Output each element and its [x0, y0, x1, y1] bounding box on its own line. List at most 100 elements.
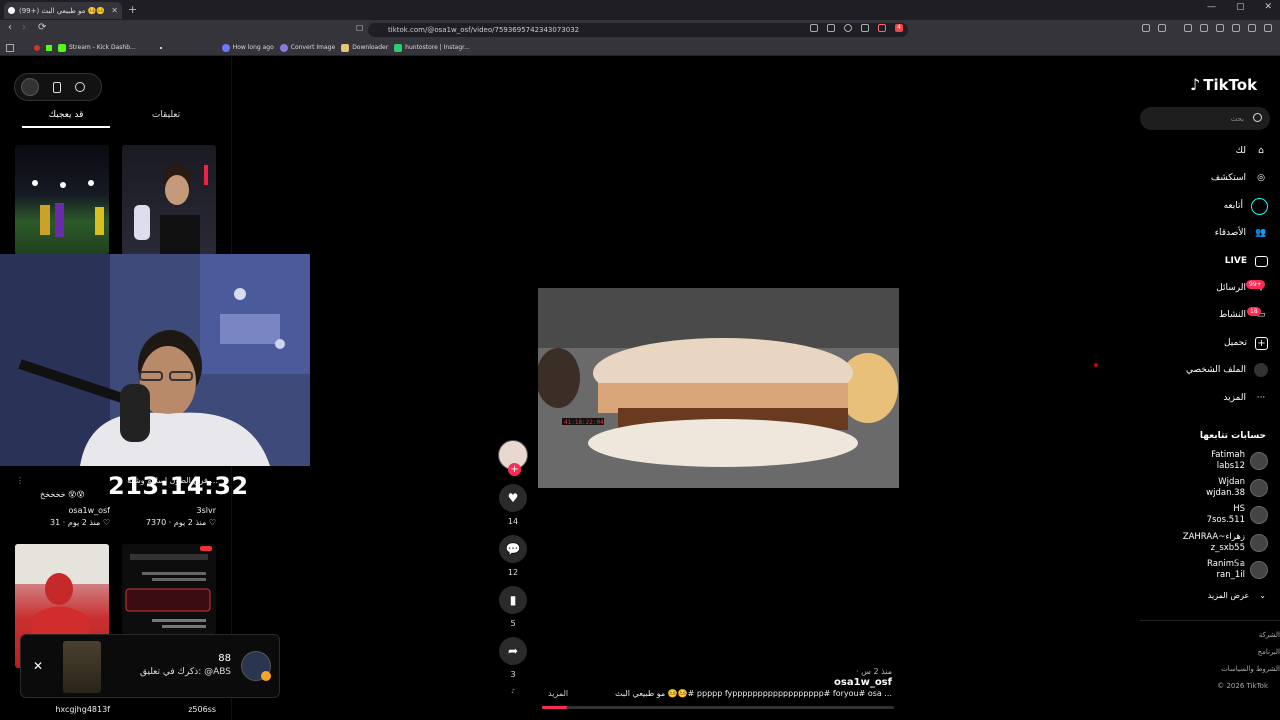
card-stats: منذ 2 يوم · 7370 ♡ — [145, 518, 216, 527]
following-account[interactable]: Ranim𝕊𝕒 ran_1il — [1150, 559, 1268, 581]
footer-copyright: © 2026 TikTok — [1217, 682, 1268, 690]
rewards-icon[interactable]: 4 — [895, 24, 903, 32]
phone-icon[interactable] — [53, 81, 61, 93]
show-more-button[interactable]: عرض المزيد ⌄ — [1150, 591, 1266, 600]
caption-more-link[interactable]: المزيد — [548, 689, 568, 698]
tiktok-note-icon: ♪ — [1190, 75, 1201, 94]
avatar — [1250, 452, 1268, 470]
card-author[interactable]: hxcgjhg4813f — [20, 705, 110, 714]
translate-icon[interactable] — [810, 24, 818, 32]
music-icon[interactable]: ♪ — [511, 688, 515, 695]
messages-badge: 99+ — [1246, 280, 1265, 289]
mention-notification[interactable]: ✕ 88 ذكرك في تعليق: @ABS — [20, 634, 280, 698]
video-thumbnail[interactable] — [122, 145, 216, 255]
nav-following[interactable]: أتابعه — [1150, 196, 1268, 216]
following-account[interactable]: ZAHRAA~زهراء z_sxb55 — [1150, 532, 1268, 554]
bookmark-downloader[interactable]: Downloader — [341, 43, 388, 52]
reload-button[interactable]: ⟳ — [38, 22, 46, 33]
nav-profile[interactable]: الملف الشخصي — [1150, 360, 1268, 380]
nav-friends[interactable]: الأصدقاء 👥 — [1150, 223, 1268, 243]
video-actions: + ♥ 14 💬 12 ▮ 5 ➦ 3 ♪ — [498, 440, 528, 695]
tiktok-icon[interactable] — [159, 46, 162, 49]
nav-upload[interactable]: تحميل + — [1150, 333, 1268, 353]
nav-explore[interactable]: استكشف ◎ — [1150, 168, 1268, 188]
video-author[interactable]: · منذ 2 س osa1w_osf — [798, 666, 892, 688]
footer-link[interactable]: الشركة — [1259, 631, 1280, 639]
author-avatar[interactable]: + — [498, 440, 528, 476]
card-author[interactable]: z506ss — [122, 705, 216, 714]
compass-small-icon[interactable] — [75, 82, 85, 92]
share-icon[interactable] — [861, 24, 869, 32]
new-tab-button[interactable]: + — [128, 3, 137, 16]
close-icon[interactable]: ✕ — [33, 659, 43, 673]
tab-comments[interactable]: تعليقات — [122, 110, 210, 120]
bookmark-kick[interactable]: Stream - Kick Dashb... — [58, 43, 136, 52]
following-accounts-title: حسابات تتابعها — [1199, 431, 1266, 441]
tiktok-favicon-icon — [8, 7, 15, 14]
following-account[interactable]: Wjdan wjdan.38 — [1150, 477, 1268, 499]
football-scene-image — [32, 180, 104, 237]
maximize-button[interactable]: ▢ — [1236, 2, 1245, 12]
search-input[interactable]: بحث — [1140, 107, 1270, 130]
browser-tab[interactable]: (99+) مو طبيعي البث 🤒🤒 | TikTok ✕ — [4, 2, 122, 19]
notification-count: 88 — [218, 653, 231, 664]
extension-icon[interactable] — [1142, 24, 1150, 32]
card-author[interactable]: 3slvr — [122, 506, 216, 515]
following-account[interactable]: Fatimah labs12 — [1150, 450, 1268, 472]
stream-timer: 213:14:32 — [108, 472, 249, 500]
back-button[interactable]: ‹ — [8, 22, 12, 33]
menu-icon[interactable] — [1264, 24, 1272, 32]
heart-icon: ♥ — [507, 491, 519, 505]
following-account[interactable]: HS 7sos.511 — [1150, 504, 1268, 526]
url-text: tiktok.com/@osa1w_osf/video/759369574234… — [388, 26, 580, 34]
zoom-icon[interactable] — [844, 24, 852, 32]
bookmark-page-icon[interactable]: ☐ — [356, 24, 363, 33]
more-options-icon[interactable]: ⋮ — [16, 476, 24, 485]
apps-icon[interactable] — [6, 43, 14, 52]
forward-button[interactable]: › — [22, 22, 26, 33]
screenshot-icon[interactable] — [1158, 24, 1166, 32]
view-toggle[interactable] — [14, 73, 102, 101]
video-thumbnail[interactable] — [15, 145, 109, 255]
avatar[interactable] — [21, 78, 39, 96]
close-window-button[interactable]: ✕ — [1264, 2, 1272, 12]
share-arrow-icon: ➦ — [507, 644, 519, 658]
follow-plus-icon[interactable]: + — [508, 463, 521, 476]
video-player[interactable]: 41:18:22:04 — [538, 288, 899, 488]
nav-live[interactable]: LIVE — [1150, 251, 1268, 271]
video-progress-bar[interactable] — [542, 706, 894, 709]
card-author[interactable]: osa1w_osf — [20, 506, 110, 515]
nav-for-you[interactable]: لك ⌂ — [1150, 141, 1268, 161]
avatar — [1250, 534, 1268, 552]
save-count: 5 — [510, 619, 516, 628]
share-button[interactable]: ➦ — [499, 637, 527, 665]
save-button[interactable]: ▮ — [499, 586, 527, 614]
tab-close-icon[interactable]: ✕ — [111, 6, 118, 15]
chat-screenshot-image — [125, 546, 212, 628]
cast-icon[interactable] — [827, 24, 835, 32]
brave-shield-icon[interactable] — [878, 24, 886, 32]
bookmark-huntostore[interactable]: huntostore | Instagr... — [394, 43, 470, 52]
minimize-button[interactable]: — — [1207, 2, 1216, 12]
webcam-overlay — [0, 254, 310, 466]
leo-icon[interactable] — [1232, 24, 1240, 32]
music-icon[interactable] — [1184, 24, 1192, 32]
tiktok-logo[interactable]: ♪ TikTok — [1190, 75, 1257, 94]
comment-button[interactable]: 💬 — [499, 535, 527, 563]
sidebar-icon[interactable] — [1200, 24, 1208, 32]
video-thumbnail[interactable] — [122, 544, 216, 634]
avatar — [1250, 479, 1268, 497]
bookmark-icon[interactable] — [34, 44, 40, 51]
footer-link[interactable]: الشروط والسياسات — [1221, 665, 1280, 673]
kick-icon[interactable] — [46, 44, 52, 51]
bookmark-convert-image[interactable]: Convert Image — [279, 43, 335, 52]
wallet-icon[interactable] — [1216, 24, 1224, 32]
tab-you-may-like[interactable]: قد يعجبك — [22, 110, 110, 128]
search-icon[interactable] — [1253, 113, 1262, 122]
nav-more[interactable]: المزيد ··· — [1150, 388, 1268, 408]
bookmark-how-long-ago[interactable]: How long ago — [221, 43, 274, 52]
vpn-icon[interactable] — [1248, 24, 1256, 32]
like-button[interactable]: ♥ — [499, 484, 527, 512]
bookmarks-bar: Stream - Kick Dashb... How long ago Conv… — [0, 40, 1280, 56]
footer-link[interactable]: البرنامج — [1258, 648, 1280, 656]
